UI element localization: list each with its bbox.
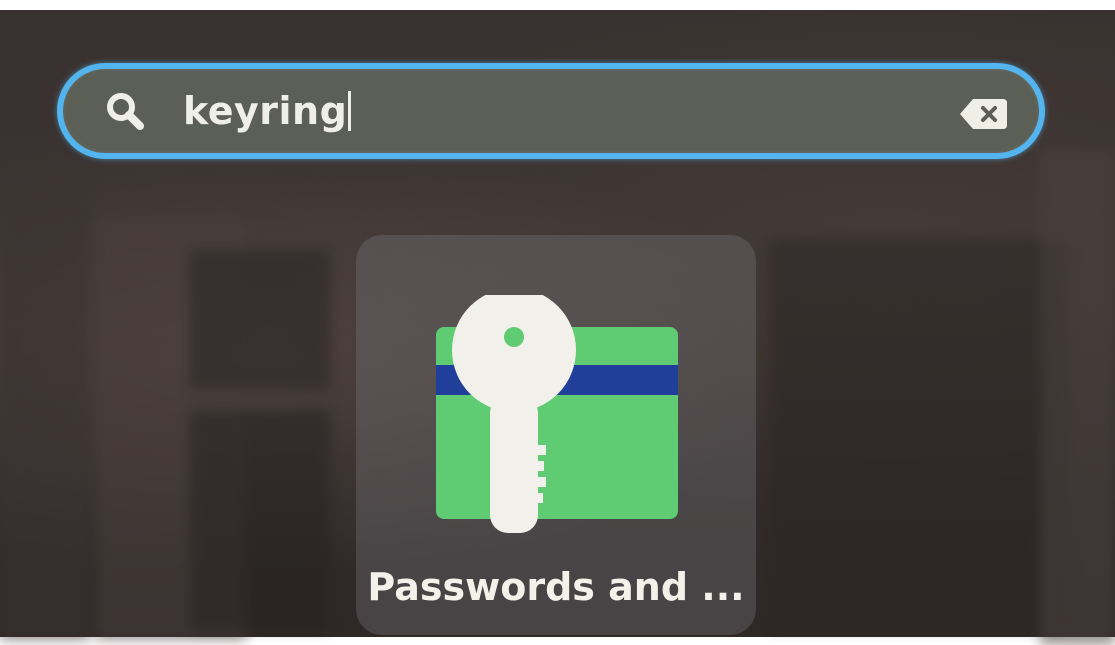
search-icon <box>105 91 145 131</box>
clear-search-button[interactable] <box>959 97 1009 131</box>
background-blur <box>0 180 90 640</box>
text-caret <box>348 90 352 131</box>
keyring-key-card-icon <box>434 288 682 535</box>
background-blur <box>190 250 330 390</box>
background-blur <box>190 410 330 630</box>
screen: keyring Passwords and ... <box>0 0 1115 645</box>
search-input[interactable]: keyring <box>57 63 1045 159</box>
backspace-clear-icon <box>960 99 1007 129</box>
background-blur <box>770 240 1070 630</box>
app-result-passwords-and-keys[interactable]: Passwords and ... <box>356 235 756 635</box>
search-query-text[interactable]: keyring <box>183 85 352 137</box>
search-query-value: keyring <box>183 89 348 133</box>
background-blur <box>1040 150 1115 645</box>
app-result-label: Passwords and ... <box>367 565 745 609</box>
